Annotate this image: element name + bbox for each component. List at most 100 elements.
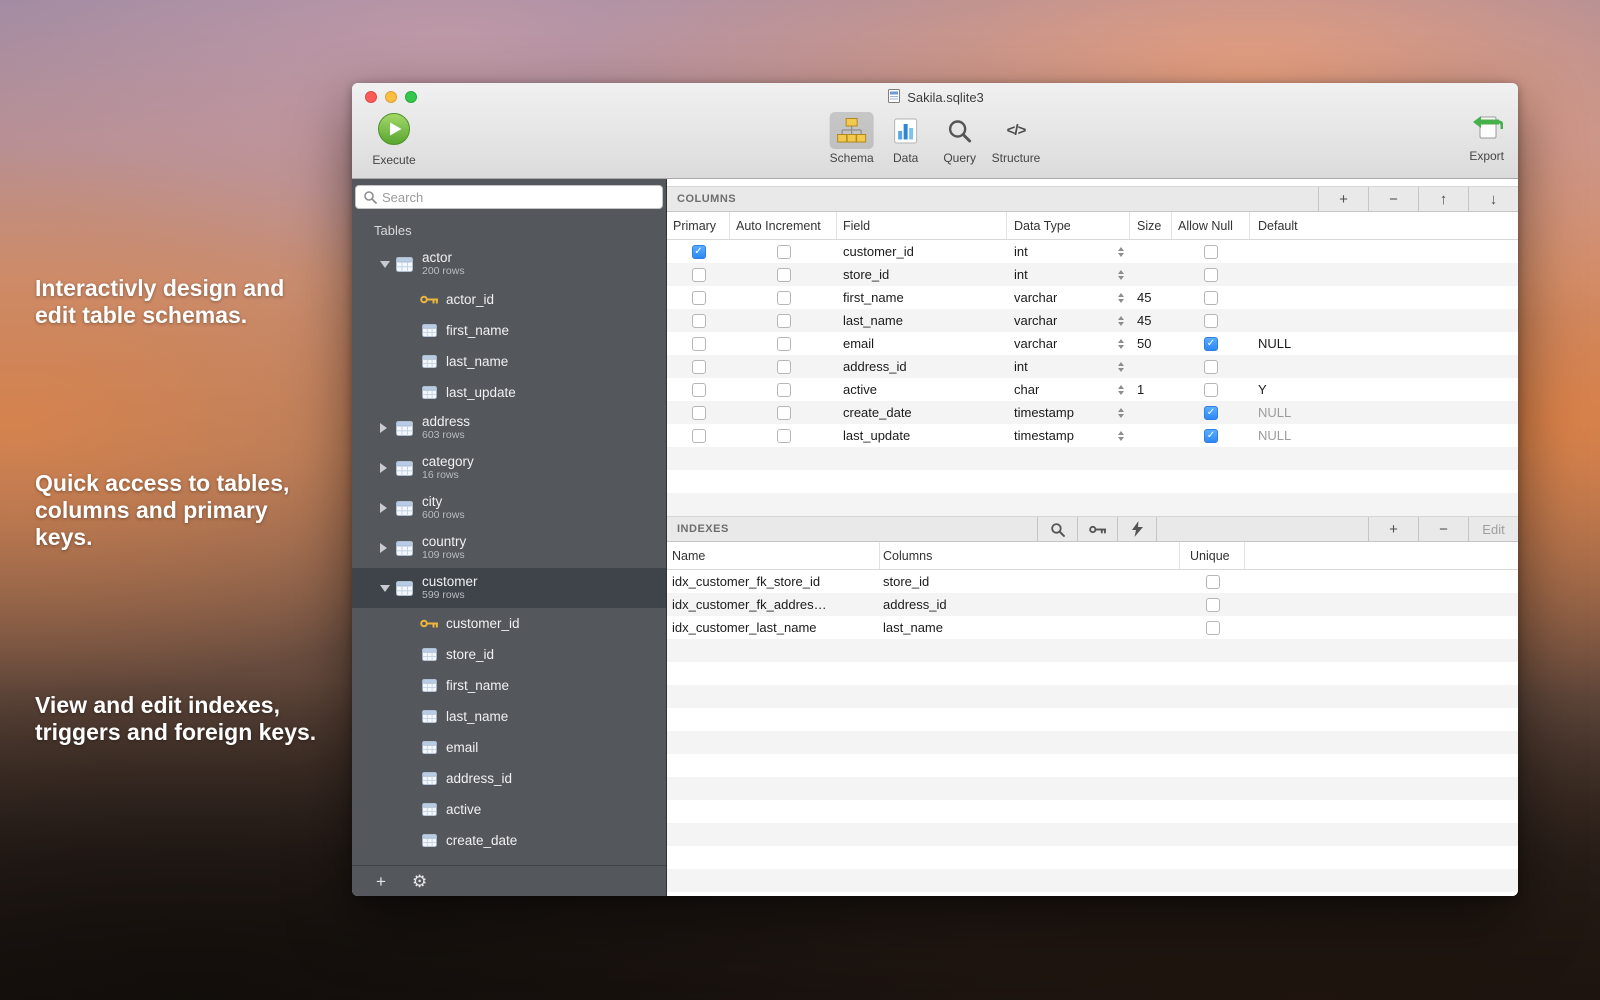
- data-type-stepper[interactable]: [1118, 408, 1124, 418]
- sidebar-table-address[interactable]: address603 rows: [352, 408, 666, 448]
- disclosure-icon[interactable]: [380, 261, 390, 268]
- tab-schema[interactable]: Schema: [830, 112, 874, 165]
- unique-checkbox[interactable]: [1206, 575, 1220, 589]
- gear-icon[interactable]: ⚙: [412, 873, 427, 890]
- unique-checkbox[interactable]: [1206, 598, 1220, 612]
- tab-data[interactable]: Data: [884, 112, 928, 165]
- sidebar-column-last_name[interactable]: last_name: [352, 701, 666, 732]
- column-row-active[interactable]: activechar1Y: [667, 378, 1518, 401]
- allow-null-checkbox[interactable]: [1204, 360, 1218, 374]
- auto-increment-checkbox[interactable]: [777, 383, 791, 397]
- foreign-keys-button[interactable]: [1077, 517, 1117, 541]
- data-type-stepper[interactable]: [1118, 385, 1124, 395]
- sidebar-column-active[interactable]: active: [352, 794, 666, 825]
- index-row-1[interactable]: idx_customer_fk_store_idstore_id: [667, 570, 1518, 593]
- auto-increment-checkbox[interactable]: [777, 245, 791, 259]
- auto-increment-checkbox[interactable]: [777, 406, 791, 420]
- auto-increment-checkbox[interactable]: [777, 314, 791, 328]
- primary-checkbox[interactable]: [692, 245, 706, 259]
- allow-null-checkbox[interactable]: [1204, 406, 1218, 420]
- disclosure-icon[interactable]: [380, 585, 390, 592]
- data-type-value: int: [1014, 244, 1028, 259]
- sidebar-column-first_name[interactable]: first_name: [352, 670, 666, 701]
- data-type-stepper[interactable]: [1118, 339, 1124, 349]
- column-row-create_date[interactable]: create_datetimestampNULL: [667, 401, 1518, 424]
- sidebar-column-last_update[interactable]: last_update: [352, 377, 666, 408]
- sidebar-column-create_date[interactable]: create_date: [352, 825, 666, 856]
- edit-index-button[interactable]: Edit: [1468, 517, 1518, 541]
- sidebar-column-address_id[interactable]: address_id: [352, 763, 666, 794]
- column-row-email[interactable]: emailvarchar50NULL: [667, 332, 1518, 355]
- allow-null-checkbox[interactable]: [1204, 245, 1218, 259]
- column-row-store_id[interactable]: store_idint: [667, 263, 1518, 286]
- auto-increment-checkbox[interactable]: [777, 429, 791, 443]
- primary-checkbox[interactable]: [692, 268, 706, 282]
- add-column-button[interactable]: +: [1318, 187, 1368, 211]
- sidebar-table-category[interactable]: category16 rows: [352, 448, 666, 488]
- primary-checkbox[interactable]: [692, 291, 706, 305]
- remove-index-button[interactable]: −: [1418, 517, 1468, 541]
- header-index-unique: Unique: [1180, 542, 1245, 569]
- allow-null-checkbox[interactable]: [1204, 383, 1218, 397]
- sidebar-table-city[interactable]: city600 rows: [352, 488, 666, 528]
- tab-query[interactable]: Query: [938, 112, 982, 165]
- sidebar-column-first_name[interactable]: first_name: [352, 315, 666, 346]
- column-row-last_name[interactable]: last_namevarchar45: [667, 309, 1518, 332]
- sidebar-column-actor_id[interactable]: actor_id: [352, 284, 666, 315]
- sidebar-column-customer_id[interactable]: customer_id: [352, 608, 666, 639]
- index-row-3[interactable]: idx_customer_last_namelast_name: [667, 616, 1518, 639]
- add-index-button[interactable]: +: [1368, 517, 1418, 541]
- sidebar-column-email[interactable]: email: [352, 732, 666, 763]
- search-input[interactable]: [382, 190, 642, 205]
- disclosure-icon[interactable]: [380, 503, 390, 513]
- data-type-stepper[interactable]: [1118, 431, 1124, 441]
- data-type-stepper[interactable]: [1118, 316, 1124, 326]
- allow-null-checkbox[interactable]: [1204, 429, 1218, 443]
- header-index-name: Name: [667, 542, 880, 569]
- primary-checkbox[interactable]: [692, 360, 706, 374]
- auto-increment-checkbox[interactable]: [777, 337, 791, 351]
- column-icon: [419, 834, 439, 847]
- move-column-down-button[interactable]: ↓: [1468, 187, 1518, 211]
- disclosure-icon[interactable]: [380, 423, 390, 433]
- export-button[interactable]: Export: [1469, 112, 1504, 163]
- primary-checkbox[interactable]: [692, 383, 706, 397]
- allow-null-checkbox[interactable]: [1204, 337, 1218, 351]
- sidebar-table-country[interactable]: country109 rows: [352, 528, 666, 568]
- allow-null-checkbox[interactable]: [1204, 314, 1218, 328]
- tab-structure[interactable]: </> Structure: [992, 112, 1041, 165]
- triggers-button[interactable]: [1117, 517, 1157, 541]
- primary-checkbox[interactable]: [692, 406, 706, 420]
- toolbar-tabs: Schema Data Query </> Structure: [825, 112, 1046, 165]
- unique-checkbox[interactable]: [1206, 621, 1220, 635]
- column-row-customer_id[interactable]: customer_idint: [667, 240, 1518, 263]
- column-row-last_update[interactable]: last_updatetimestampNULL: [667, 424, 1518, 447]
- column-row-address_id[interactable]: address_idint: [667, 355, 1518, 378]
- empty-row: [667, 846, 1518, 869]
- data-type-stepper[interactable]: [1118, 293, 1124, 303]
- remove-column-button[interactable]: −: [1368, 187, 1418, 211]
- search-indexes-button[interactable]: [1037, 517, 1077, 541]
- auto-increment-checkbox[interactable]: [777, 268, 791, 282]
- primary-checkbox[interactable]: [692, 337, 706, 351]
- column-row-first_name[interactable]: first_namevarchar45: [667, 286, 1518, 309]
- sidebar-column-store_id[interactable]: store_id: [352, 639, 666, 670]
- data-type-stepper[interactable]: [1118, 362, 1124, 372]
- allow-null-checkbox[interactable]: [1204, 268, 1218, 282]
- sidebar-column-last_name[interactable]: last_name: [352, 346, 666, 377]
- primary-checkbox[interactable]: [692, 314, 706, 328]
- data-type-stepper[interactable]: [1118, 270, 1124, 280]
- sidebar-table-actor[interactable]: actor200 rows: [352, 244, 666, 284]
- allow-null-checkbox[interactable]: [1204, 291, 1218, 305]
- primary-checkbox[interactable]: [692, 429, 706, 443]
- disclosure-icon[interactable]: [380, 543, 390, 553]
- add-table-button[interactable]: +: [376, 873, 386, 890]
- auto-increment-checkbox[interactable]: [777, 360, 791, 374]
- index-row-2[interactable]: idx_customer_fk_addres…address_id: [667, 593, 1518, 616]
- sidebar-table-customer[interactable]: customer599 rows: [352, 568, 666, 608]
- auto-increment-checkbox[interactable]: [777, 291, 791, 305]
- data-type-stepper[interactable]: [1118, 247, 1124, 257]
- execute-button[interactable]: Execute: [364, 112, 424, 167]
- disclosure-icon[interactable]: [380, 463, 390, 473]
- move-column-up-button[interactable]: ↑: [1418, 187, 1468, 211]
